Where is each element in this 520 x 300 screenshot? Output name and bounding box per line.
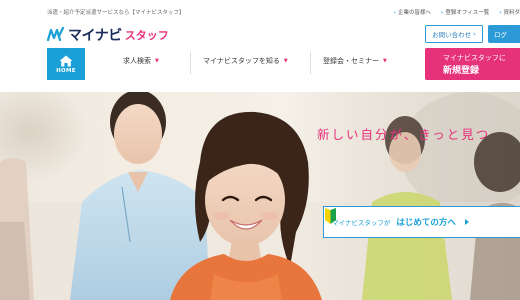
logo-text-sub: スタッフ (124, 29, 169, 42)
first-time-button[interactable]: マイナビスタッフが はじめての方へ (323, 206, 520, 238)
contact-button-label: お問い合わせ (432, 31, 472, 39)
top-link-documents[interactable]: 資料ダ (499, 8, 520, 16)
top-link-business[interactable]: 企業の皆様へ (394, 8, 431, 16)
home-icon (59, 55, 73, 66)
caret-down-icon: ▼ (283, 58, 288, 64)
hero-banner[interactable]: 新しい自分が、きっと見つ マイナビスタッフが はじめての方へ (0, 92, 520, 300)
logo-mark-icon (47, 27, 65, 42)
nav-home-label: HOME (56, 67, 76, 74)
site-tagline: 派遣・紹介予定派遣サービスなら【マイナビスタッフ】 (47, 10, 185, 16)
caret-down-icon: ▼ (383, 58, 387, 64)
register-button-line2: 新規登録 (443, 65, 480, 76)
nav-divider (190, 52, 191, 74)
nav-divider (310, 52, 311, 74)
nav-item-label: マイナビスタッフを知る (203, 57, 280, 65)
top-link-offices[interactable]: 登録オフィス一覧 (441, 8, 489, 16)
nav-item-job-search[interactable]: 求人検索 ▼ (123, 56, 159, 66)
hero-catchphrase: 新しい自分が、きっと見つ (317, 127, 491, 142)
register-button-line1: マイナビスタッフに (443, 53, 506, 62)
contact-button[interactable]: お問い合わせ › (425, 25, 483, 43)
top-links: 企業の皆様へ 登録オフィス一覧 資料ダ (394, 8, 520, 16)
arrow-right-icon (464, 219, 469, 225)
beginner-mark-icon (325, 208, 336, 224)
first-time-pre-label: マイナビスタッフが (332, 219, 391, 227)
logo-text-main: マイナビ (68, 28, 122, 44)
register-button[interactable]: マイナビスタッフに 新規登録 (425, 48, 520, 80)
login-button-label: ログ (494, 31, 507, 39)
login-button[interactable]: ログ (488, 25, 520, 43)
global-nav: HOME 求人検索 ▼ マイナビスタッフを知る ▼ 登録会・セミナー ▼ マイナビスタ… (0, 48, 520, 81)
nav-item-label: 登録会・セミナー (323, 57, 379, 65)
nav-item-label: 求人検索 (123, 57, 151, 65)
caret-down-icon: ▼ (155, 58, 159, 64)
first-time-main-label: はじめての方へ (396, 218, 456, 228)
nav-item-seminar[interactable]: 登録会・セミナー ▼ (323, 56, 387, 66)
nav-home[interactable]: HOME (47, 48, 85, 80)
nav-item-about[interactable]: マイナビスタッフを知る ▼ (203, 56, 288, 66)
site-logo[interactable]: マイナビ スタッフ (47, 25, 169, 45)
chevron-right-icon: › (473, 30, 476, 38)
